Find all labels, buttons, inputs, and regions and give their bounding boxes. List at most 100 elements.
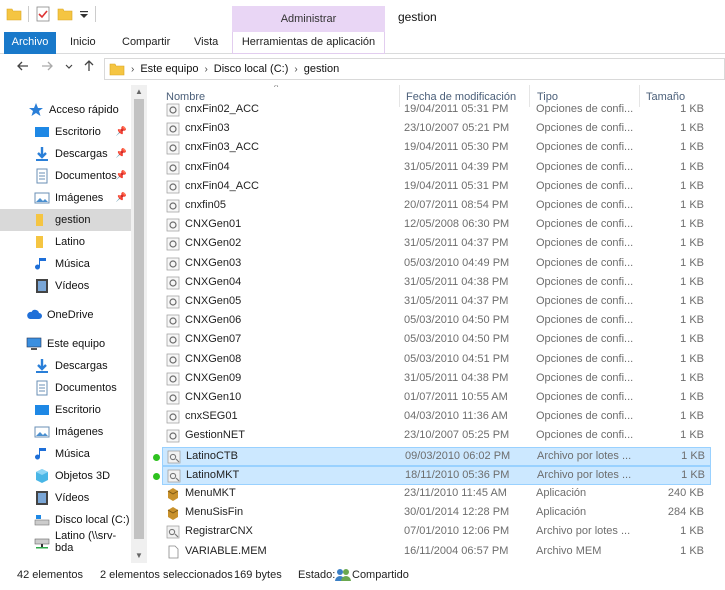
sidebar-item-pc-imagenes[interactable]: Imágenes (0, 421, 131, 443)
config-file-icon (166, 429, 180, 443)
pin-icon[interactable]: 📌 (116, 126, 127, 137)
file-list-scrollbar[interactable] (711, 85, 725, 563)
scroll-down-arrow-icon[interactable]: ▼ (131, 549, 147, 563)
table-row[interactable]: VARIABLE.MEM 16/11/2004 06:57 PM Archivo M… (162, 543, 711, 562)
sidebar-item-pc-descargas[interactable]: Descargas (0, 355, 131, 377)
sidebar-item-pc-videos[interactable]: Vídeos (0, 487, 131, 509)
sidebar-item-pc-musica[interactable]: Música (0, 443, 131, 465)
table-row[interactable]: cnxFin04 31/05/2011 04:39 PM Opciones de c… (162, 159, 711, 178)
new-folder-icon[interactable] (57, 6, 73, 22)
table-row[interactable]: LatinoMKT 18/11/2010 05:36 PM Archivo por … (153, 465, 711, 485)
sidebar-item-gestion[interactable]: gestion (0, 209, 131, 231)
file-size: 1 KB (680, 525, 704, 538)
table-row[interactable]: CNXGen02 31/05/2011 04:37 PM Opciones de c… (162, 235, 711, 254)
sidebar-item-imagenes[interactable]: Imágenes 📌 (0, 187, 131, 209)
tab-compartir[interactable]: Compartir (112, 32, 180, 54)
sidebar-item-onedrive[interactable]: OneDrive (0, 304, 131, 326)
table-row[interactable]: CNXGen10 01/07/2011 10:55 AM Opciones de c… (162, 389, 711, 408)
file-date: 31/05/2011 04:39 PM (404, 160, 509, 173)
table-row[interactable]: cnxFin02_ACC 19/04/2011 05:31 PM Opciones … (162, 101, 711, 120)
file-name: CNXGen05 (185, 295, 242, 307)
file-type: Opciones de confi... (536, 179, 634, 192)
sidebar-item-label: Escritorio (55, 404, 101, 416)
table-row[interactable]: MenuMKT 23/11/2010 11:45 AM Aplicación 240 … (162, 485, 711, 504)
breadcrumb-gestion[interactable]: gestion (304, 63, 339, 75)
file-name: CNXGen06 (185, 314, 242, 327)
file-name: cnxFin04 (185, 160, 230, 173)
sidebar-item-musica[interactable]: Música (0, 253, 131, 275)
table-row[interactable]: CNXGen09 31/05/2011 04:38 PM Opciones de c… (162, 370, 711, 389)
file-type: Opciones de confi... (536, 256, 634, 269)
chevron-right-icon[interactable]: › (294, 64, 297, 75)
desktop-icon (35, 405, 49, 415)
table-row[interactable]: cnxFin03_ACC 19/04/2011 05:30 PM Opciones … (162, 139, 711, 158)
status-bar: 42 elementos 2 elementos seleccionados 1… (0, 563, 725, 590)
sidebar-item-latino[interactable]: Latino (0, 231, 131, 253)
sidebar-item-videos[interactable]: Vídeos (0, 275, 131, 297)
file-size: 1 KB (680, 295, 704, 307)
sync-status-dot (153, 472, 160, 480)
table-row[interactable]: RegistrarCNX 07/01/2010 12:06 PM Archivo p… (162, 523, 711, 542)
tab-inicio[interactable]: Inicio (60, 32, 106, 54)
file-date: 07/01/2010 12:06 PM (404, 525, 510, 538)
file-type: Opciones de confi... (536, 352, 634, 365)
file-type: Opciones de confi... (536, 314, 634, 327)
customize-toolbar-icon[interactable] (79, 6, 89, 22)
sidebar-item-pc-objetos-3d[interactable]: Objetos 3D (0, 465, 131, 487)
file-type: Opciones de confi... (536, 275, 634, 288)
scrollbar-thumb[interactable] (134, 99, 144, 539)
table-row[interactable]: CNXGen05 31/05/2011 04:37 PM Opciones de c… (162, 293, 711, 312)
file-date: 09/03/2010 06:02 PM (405, 449, 511, 462)
properties-icon[interactable] (35, 6, 51, 22)
config-file-icon (166, 141, 180, 155)
config-file-icon (166, 161, 180, 175)
table-row[interactable]: LatinoCTB 09/03/2010 06:02 PM Archivo por … (153, 446, 711, 466)
sidebar-item-quick-access[interactable]: Acceso rápido (0, 99, 131, 121)
table-row[interactable]: cnxfin05 20/07/2011 08:54 PM Opciones de c… (162, 197, 711, 216)
pin-icon[interactable]: 📌 (116, 170, 127, 181)
breadcrumb-disco-local[interactable]: Disco local (C:) (214, 63, 289, 75)
sidebar-item-escritorio[interactable]: Escritorio 📌 (0, 121, 131, 143)
table-row[interactable]: CNXGen04 31/05/2011 04:38 PM Opciones de c… (162, 274, 711, 293)
forward-button[interactable] (38, 59, 56, 76)
sidebar-item-documentos[interactable]: Documentos 📌 (0, 165, 131, 187)
table-row[interactable]: MenuSisFin 30/01/2014 12:28 PM Aplicación 2… (162, 504, 711, 523)
table-row[interactable]: cnxFin04_ACC 19/04/2011 05:31 PM Opciones … (162, 178, 711, 197)
table-row[interactable]: GestionNET 23/10/2007 05:25 PM Opciones de… (162, 427, 711, 446)
sidebar-item-este-equipo[interactable]: Este equipo (0, 333, 131, 355)
config-file-icon (166, 218, 180, 232)
navigation-scrollbar[interactable]: ▲ ▼ (131, 85, 147, 563)
sidebar-item-pc-documentos[interactable]: Documentos (0, 377, 131, 399)
sidebar-item-latino-network[interactable]: Latino (\\srv-bda (0, 530, 131, 554)
table-row[interactable]: cnxSEG01 04/03/2010 11:36 AM Opciones de c… (162, 408, 711, 427)
table-row[interactable]: CNXGen01 12/05/2008 06:30 PM Opciones de c… (162, 216, 711, 235)
tab-archivo[interactable]: Archivo (4, 32, 56, 54)
computer-icon (26, 337, 42, 350)
chevron-right-icon[interactable]: › (204, 64, 207, 75)
table-row[interactable]: CNXGen06 05/03/2010 04:50 PM Opciones de c… (162, 312, 711, 331)
sidebar-item-disco-local[interactable]: Disco local (C:) (0, 509, 131, 531)
up-button[interactable] (80, 59, 98, 76)
sidebar-item-pc-escritorio[interactable]: Escritorio (0, 399, 131, 421)
sidebar-item-label: Descargas (55, 148, 108, 160)
table-row[interactable]: CNXGen08 05/03/2010 04:51 PM Opciones de c… (162, 351, 711, 370)
table-row[interactable]: cnxFin03 23/10/2007 05:21 PM Opciones de c… (162, 120, 711, 139)
config-file-icon (166, 295, 180, 309)
breadcrumb-este-equipo[interactable]: Este equipo (140, 63, 198, 75)
pin-icon[interactable]: 📌 (116, 192, 127, 203)
address-bar[interactable]: › Este equipo › Disco local (C:) › gesti… (104, 58, 725, 80)
folder-icon[interactable] (6, 6, 22, 22)
pin-icon[interactable]: 📌 (116, 148, 127, 159)
file-type: Opciones de confi... (536, 429, 634, 442)
manage-tab[interactable]: Administrar (232, 6, 385, 32)
back-button[interactable] (14, 59, 32, 76)
table-row[interactable]: CNXGen03 05/03/2010 04:49 PM Opciones de c… (162, 255, 711, 274)
recent-locations-button[interactable] (60, 59, 78, 76)
tab-vista[interactable]: Vista (184, 32, 228, 54)
quick-access-toolbar (6, 6, 96, 22)
chevron-right-icon[interactable]: › (131, 64, 134, 75)
table-row[interactable]: CNXGen07 05/03/2010 04:50 PM Opciones de c… (162, 331, 711, 350)
sidebar-item-descargas[interactable]: Descargas 📌 (0, 143, 131, 165)
scroll-up-arrow-icon[interactable]: ▲ (131, 85, 147, 99)
tab-herramientas-aplicacion[interactable]: Herramientas de aplicación (232, 32, 385, 54)
